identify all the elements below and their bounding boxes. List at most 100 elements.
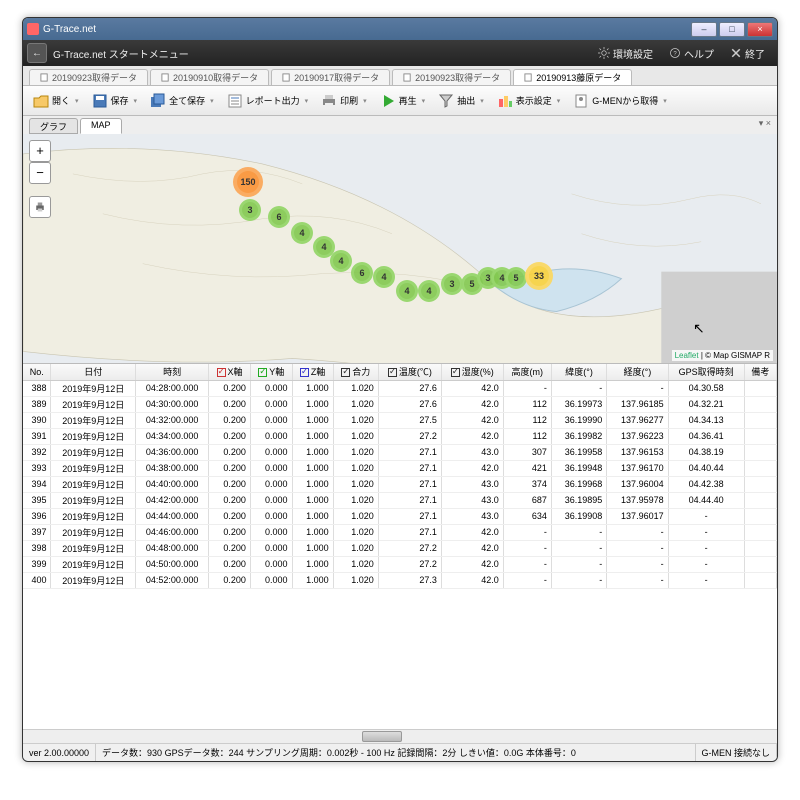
table-row[interactable]: 3902019年9月12日04:32:00.0000.2000.0001.000…: [23, 412, 777, 428]
file-tab-1[interactable]: 20190910取得データ: [150, 69, 269, 85]
chevron-down-icon: ▾: [305, 97, 309, 105]
view-tabs: グラフ MAP ▾ ×: [23, 116, 777, 134]
axis-checkbox[interactable]: [258, 368, 267, 377]
col-header[interactable]: 温度(℃): [378, 364, 441, 380]
document-icon: [524, 73, 533, 82]
map-cluster[interactable]: 150: [233, 167, 263, 197]
axis-checkbox[interactable]: [341, 368, 350, 377]
window-title: G-Trace.net: [43, 24, 96, 35]
axis-checkbox[interactable]: [451, 368, 460, 377]
chevron-down-icon: ▾: [663, 97, 667, 105]
zoom-out-button[interactable]: −: [29, 162, 51, 184]
map-cluster[interactable]: 4: [418, 280, 440, 302]
col-header[interactable]: 備考: [744, 364, 776, 380]
saveall-icon: [150, 93, 166, 109]
table-row[interactable]: 3882019年9月12日04:28:00.0000.2000.0001.000…: [23, 380, 777, 396]
map-cluster[interactable]: 4: [396, 280, 418, 302]
table-row[interactable]: 3932019年9月12日04:38:00.0000.2000.0001.000…: [23, 460, 777, 476]
map-cluster[interactable]: 4: [291, 222, 313, 244]
map-print-button[interactable]: [29, 196, 51, 218]
file-tabs: 20190923取得データ20190910取得データ20190917取得データ2…: [23, 66, 777, 86]
table-row[interactable]: 3992019年9月12日04:50:00.0000.2000.0001.000…: [23, 556, 777, 572]
col-header[interactable]: GPS取得時刻: [668, 364, 744, 380]
axis-checkbox[interactable]: [388, 368, 397, 377]
map-panel[interactable]: + − 1503644464443534533 Leaflet | © Map …: [23, 134, 777, 364]
status-bar: ver 2.00.00000 データ数：930 GPSデータ数：244 サンプリ…: [23, 743, 777, 761]
col-header[interactable]: 日付: [51, 364, 136, 380]
axis-checkbox[interactable]: [300, 368, 309, 377]
gmen-button[interactable]: G-MENから取得▾: [567, 90, 673, 112]
table-row[interactable]: 3982019年9月12日04:48:00.0000.2000.0001.000…: [23, 540, 777, 556]
map-cluster[interactable]: 6: [351, 262, 373, 284]
gmen-icon: [573, 93, 589, 109]
chevron-down-icon: ▾: [363, 97, 367, 105]
map-cluster[interactable]: 33: [525, 262, 553, 290]
print-button[interactable]: 印刷▾: [315, 90, 373, 112]
file-tab-3[interactable]: 20190923取得データ: [392, 69, 511, 85]
table-row[interactable]: 3912019年9月12日04:34:00.0000.2000.0001.000…: [23, 428, 777, 444]
map-attribution: Leaflet | © Map GISMAP R: [672, 350, 773, 361]
col-header[interactable]: No.: [23, 364, 51, 380]
map-cluster[interactable]: 4: [373, 266, 395, 288]
document-icon: [161, 73, 170, 82]
back-button[interactable]: ←: [27, 43, 47, 63]
col-header[interactable]: 経度(°): [607, 364, 668, 380]
save-icon: [92, 93, 108, 109]
exit-button[interactable]: 終了: [722, 40, 773, 66]
col-header[interactable]: Y軸: [250, 364, 292, 380]
map-cluster[interactable]: 3: [441, 273, 463, 295]
saveall-button[interactable]: 全て保存▾: [144, 90, 220, 112]
col-header[interactable]: 高度(m): [503, 364, 551, 380]
printer-icon: [34, 201, 46, 213]
help-button[interactable]: ?ヘルプ: [661, 40, 722, 66]
col-header[interactable]: X軸: [209, 364, 251, 380]
table-row[interactable]: 4002019年9月12日04:52:00.0000.2000.0001.000…: [23, 572, 777, 588]
close-button[interactable]: ×: [747, 22, 773, 37]
col-header[interactable]: 時刻: [136, 364, 209, 380]
file-tab-4[interactable]: 20190913藤原データ: [513, 69, 632, 85]
app-icon: [27, 23, 39, 35]
display-button[interactable]: 表示設定▾: [491, 90, 567, 112]
titlebar[interactable]: G-Trace.net – □ ×: [23, 18, 777, 40]
document-icon: [40, 73, 49, 82]
map-cluster[interactable]: 4: [330, 250, 352, 272]
leaflet-link[interactable]: Leaflet: [675, 351, 699, 360]
table-row[interactable]: 3962019年9月12日04:44:00.0000.2000.0001.000…: [23, 508, 777, 524]
open-icon: [33, 93, 49, 109]
play-button[interactable]: 再生▾: [374, 90, 432, 112]
file-tab-2[interactable]: 20190917取得データ: [271, 69, 390, 85]
app-window: G-Trace.net – □ × ← G-Trace.net スタートメニュー…: [22, 17, 778, 762]
open-button[interactable]: 開く▾: [27, 90, 85, 112]
col-header[interactable]: Z軸: [292, 364, 333, 380]
file-tab-0[interactable]: 20190923取得データ: [29, 69, 148, 85]
scroll-thumb[interactable]: [362, 731, 402, 742]
minimize-button[interactable]: –: [691, 22, 717, 37]
tab-graph[interactable]: グラフ: [29, 118, 78, 134]
col-header[interactable]: 緯度(°): [551, 364, 606, 380]
axis-checkbox[interactable]: [217, 368, 226, 377]
settings-button[interactable]: 環境設定: [590, 40, 661, 66]
col-header[interactable]: 合力: [333, 364, 378, 380]
map-background: [23, 134, 777, 363]
map-cluster[interactable]: 3: [239, 199, 261, 221]
extract-button[interactable]: 抽出▾: [432, 90, 490, 112]
maximize-button[interactable]: □: [719, 22, 745, 37]
col-header[interactable]: 湿度(%): [441, 364, 503, 380]
table-row[interactable]: 3892019年9月12日04:30:00.0000.2000.0001.000…: [23, 396, 777, 412]
toolbar: 開く▾保存▾全て保存▾レポート出力▾印刷▾再生▾抽出▾表示設定▾G-MENから取…: [23, 86, 777, 116]
report-button[interactable]: レポート出力▾: [221, 90, 315, 112]
save-button[interactable]: 保存▾: [86, 90, 144, 112]
view-options[interactable]: ▾ ×: [759, 118, 771, 129]
horizontal-scrollbar[interactable]: [23, 729, 777, 743]
zoom-in-button[interactable]: +: [29, 140, 51, 162]
table-row[interactable]: 3942019年9月12日04:40:00.0000.2000.0001.000…: [23, 476, 777, 492]
data-table[interactable]: No.日付時刻X軸Y軸Z軸合力温度(℃)湿度(%)高度(m)緯度(°)経度(°)…: [23, 364, 777, 729]
tab-map[interactable]: MAP: [80, 118, 122, 134]
table-row[interactable]: 3922019年9月12日04:36:00.0000.2000.0001.000…: [23, 444, 777, 460]
table-row[interactable]: 3952019年9月12日04:42:00.0000.2000.0001.000…: [23, 492, 777, 508]
map-cluster[interactable]: 5: [505, 267, 527, 289]
table-row[interactable]: 3972019年9月12日04:46:00.0000.2000.0001.000…: [23, 524, 777, 540]
map-cluster[interactable]: 6: [268, 206, 290, 228]
chevron-down-icon: ▾: [422, 97, 426, 105]
start-menu-label[interactable]: G-Trace.net スタートメニュー: [53, 46, 189, 61]
